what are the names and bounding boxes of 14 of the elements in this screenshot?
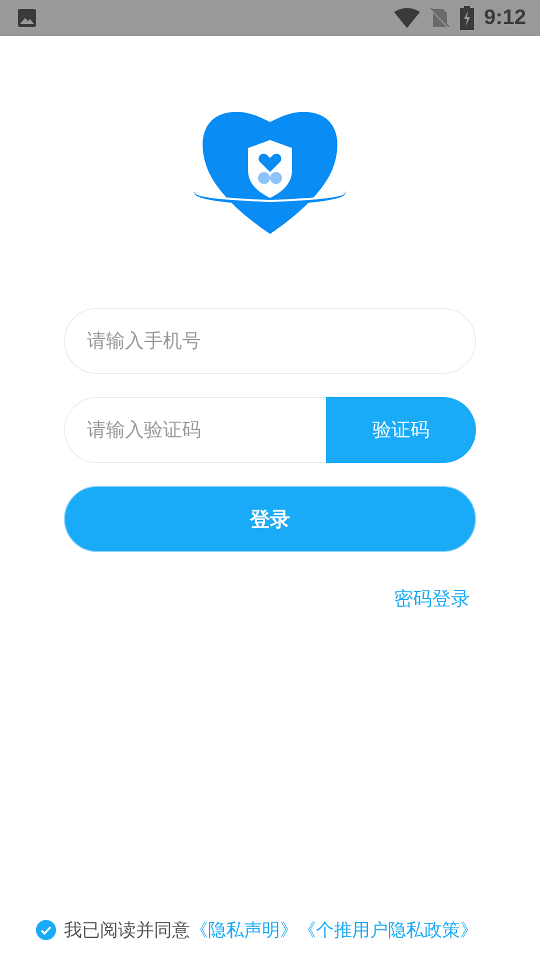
agreement-text: 我已阅读并同意 — [64, 919, 190, 942]
code-input[interactable]: 请输入验证码 — [64, 397, 326, 463]
agreement-checkbox[interactable] — [36, 920, 56, 940]
phone-input[interactable]: 请输入手机号 — [64, 308, 476, 374]
policy-link[interactable]: 《隐私声明》 — [190, 918, 298, 942]
policy-link[interactable]: 《个推用户隐私政策》 — [298, 918, 478, 942]
login-button[interactable]: 登录 — [64, 486, 476, 552]
battery-charging-icon — [460, 6, 474, 30]
get-code-button[interactable]: 验证码 — [326, 397, 476, 463]
password-login-link[interactable]: 密码登录 — [394, 586, 470, 612]
status-time: 9:12 — [484, 6, 526, 30]
wifi-icon — [394, 8, 420, 28]
image-icon — [17, 8, 37, 28]
no-sim-icon — [430, 7, 450, 29]
